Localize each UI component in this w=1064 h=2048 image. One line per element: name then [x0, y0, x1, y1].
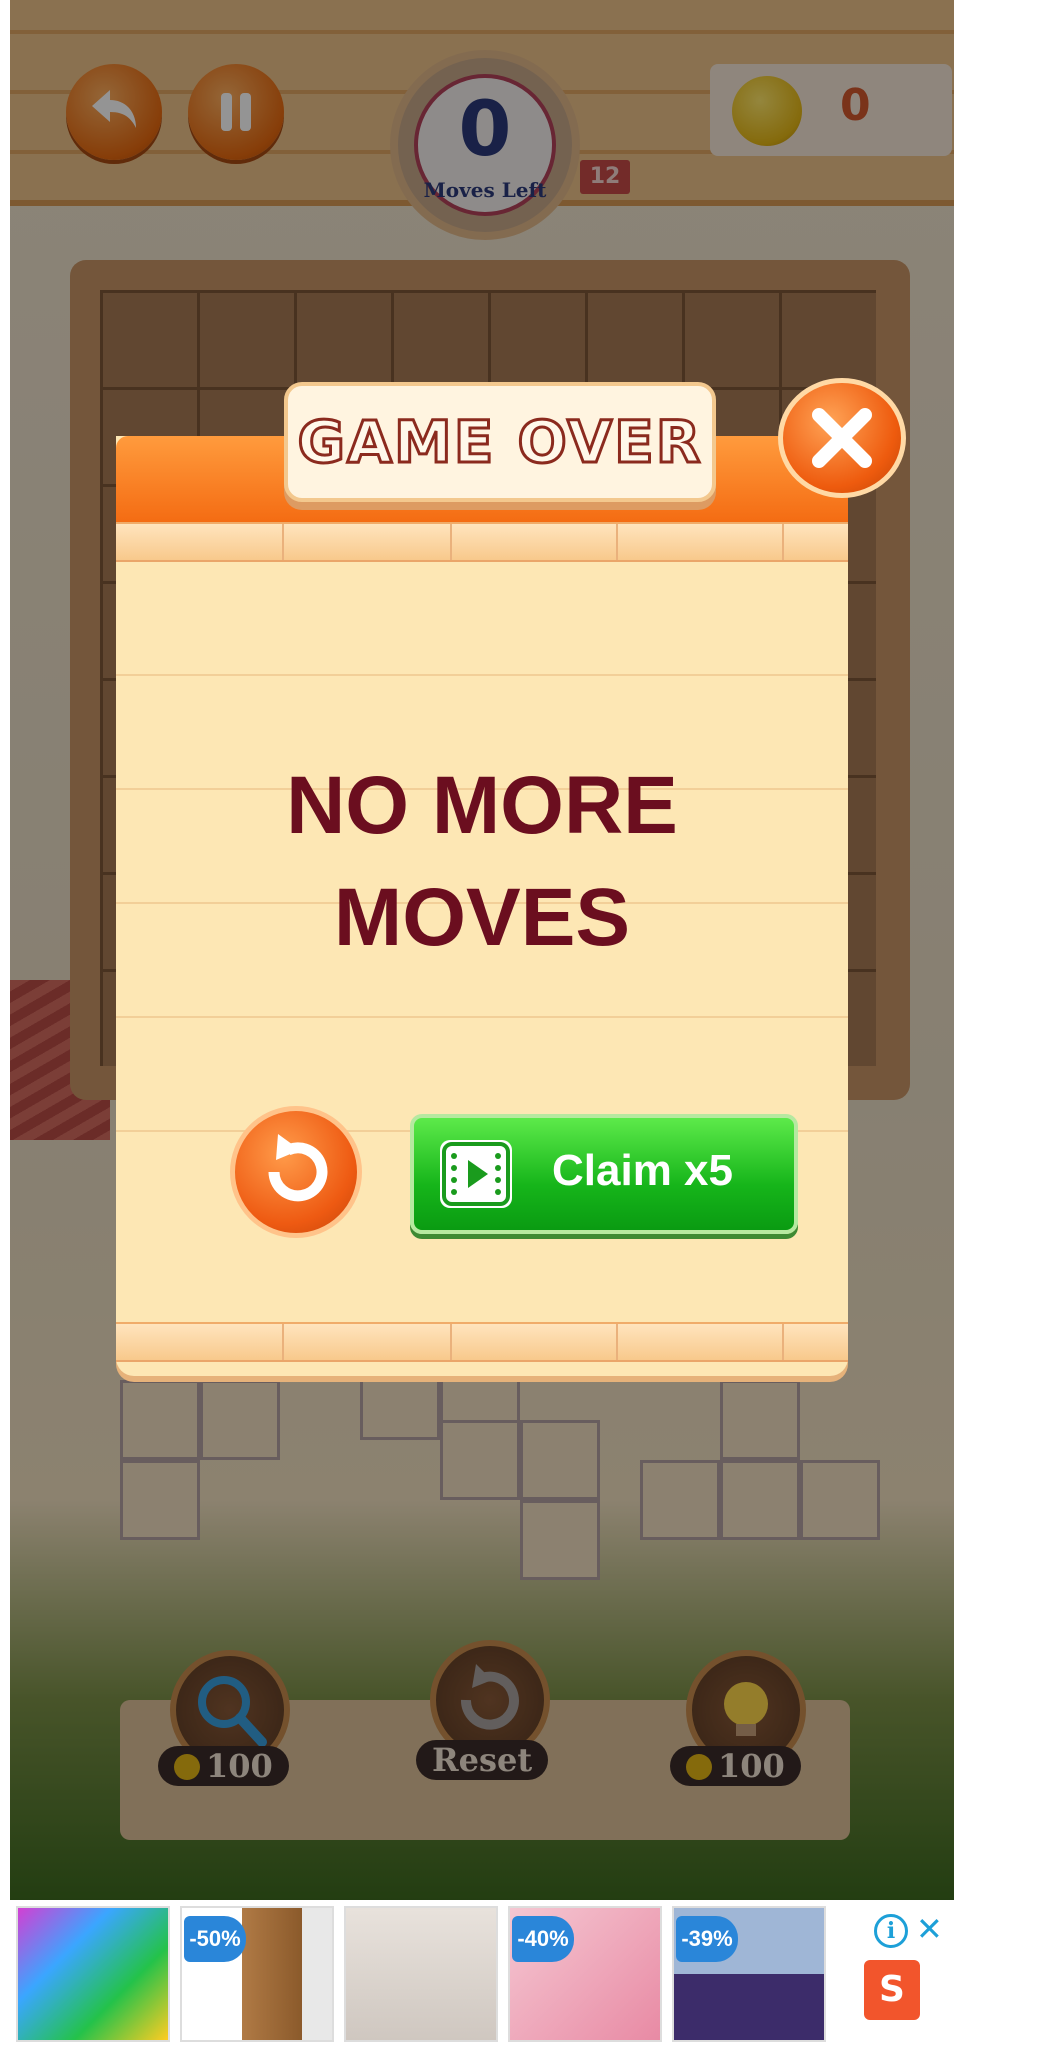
ad-product-fan[interactable]: [344, 1906, 498, 2042]
message-line-2: MOVES: [333, 872, 631, 963]
dialog-bottom-strip: [116, 1322, 848, 1362]
retry-button[interactable]: [230, 1106, 362, 1238]
close-button[interactable]: [778, 378, 906, 498]
discount-badge: -39%: [676, 1916, 738, 1962]
close-icon: [812, 408, 872, 468]
restart-icon: [268, 1134, 328, 1202]
ad-info-icon[interactable]: i: [874, 1914, 908, 1948]
video-icon: [440, 1140, 512, 1208]
ad-product-molds[interactable]: -39%: [672, 1906, 826, 2042]
dialog-title: GAME OVER: [296, 407, 703, 478]
shop-logo: S: [864, 1960, 920, 2020]
ad-product-shelf[interactable]: -50%: [180, 1906, 334, 2042]
message-line-1: NO MORE: [286, 760, 678, 851]
ad-close-icon[interactable]: ✕: [916, 1910, 943, 1948]
dialog-top-strip: [116, 522, 848, 562]
discount-badge: -50%: [184, 1916, 246, 1962]
ad-product-case[interactable]: -40%: [508, 1906, 662, 2042]
dialog-title-plate: GAME OVER: [284, 382, 716, 502]
discount-badge: -40%: [512, 1916, 574, 1962]
no-more-moves-message: NO MORE MOVES: [116, 750, 848, 974]
ad-banner[interactable]: -50% -40% -39% i ✕ S: [0, 1900, 1064, 2048]
claim-label: Claim x5: [552, 1146, 733, 1195]
ad-product-lights[interactable]: [16, 1906, 170, 2042]
claim-reward-button[interactable]: Claim x5: [410, 1114, 798, 1234]
